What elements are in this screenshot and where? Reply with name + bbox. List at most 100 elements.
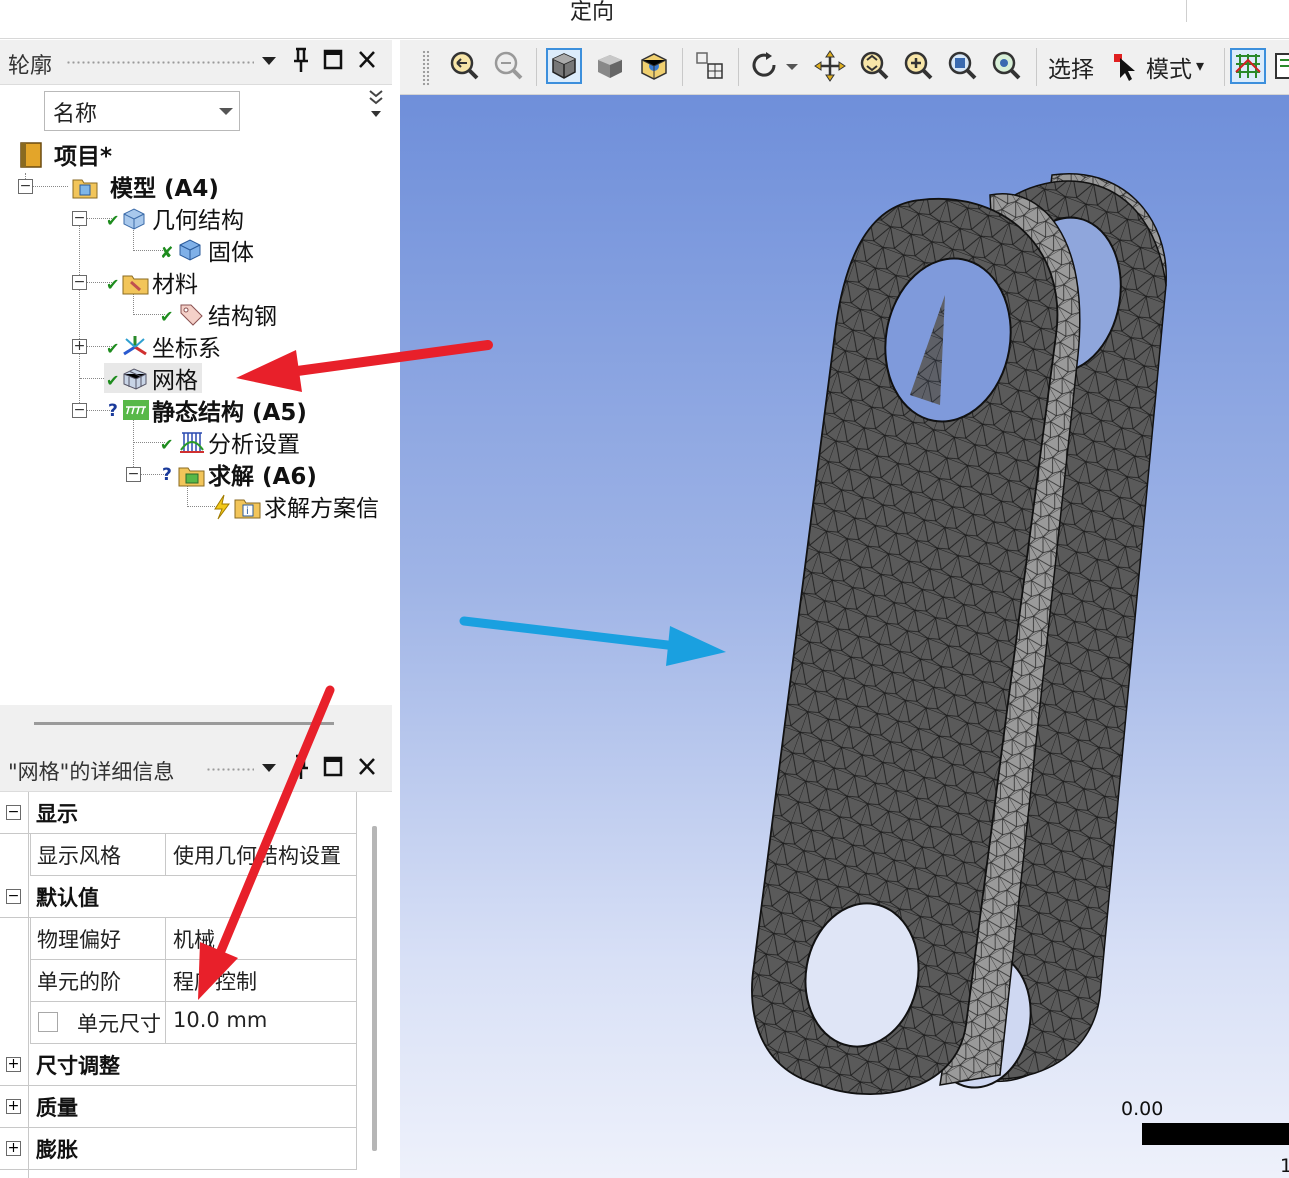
chevron-down-icon <box>219 108 233 115</box>
collapse-toolbar-icon[interactable] <box>368 87 384 120</box>
solid-view-icon[interactable] <box>546 48 582 84</box>
scale-bar-end-label: 1 <box>1280 1155 1289 1177</box>
view-cube-icon[interactable] <box>636 48 672 84</box>
tree-item-geometry[interactable]: ✔ 几何结构 <box>104 203 244 234</box>
maximize-icon[interactable] <box>320 45 346 75</box>
column-divider <box>165 918 166 960</box>
collapse-toggle[interactable]: − <box>6 889 21 904</box>
filter-combo[interactable]: 名称 <box>44 91 240 131</box>
graphics-toolbar: 选择 模式 ▾ <box>400 40 1289 95</box>
tree-label: 几何结构 <box>152 208 244 234</box>
rotate-dropdown-arrow[interactable] <box>782 48 802 84</box>
panel-menu-arrow-icon[interactable] <box>256 752 282 782</box>
question-mark-icon: ? <box>162 465 172 485</box>
zoom-window-icon[interactable] <box>900 48 936 84</box>
details-scrollbar[interactable] <box>372 826 377 1151</box>
details-panel: − 显示 显示风格 使用几何结构设置 − 默认值 物理偏好 机械 单元的阶 程序… <box>0 792 392 1178</box>
prop-element-size[interactable]: 单元尺寸 10.0 mm <box>30 1002 357 1044</box>
group-quality[interactable]: + 质量 <box>0 1086 357 1128</box>
tree-label: 网格 <box>152 368 198 394</box>
parameter-checkbox[interactable] <box>38 1012 58 1032</box>
panel-splitter[interactable] <box>0 705 392 747</box>
close-icon[interactable] <box>354 752 380 782</box>
tree-item-analysis-settings[interactable]: ✔ 分析设置 <box>158 427 300 458</box>
maximize-icon[interactable] <box>320 752 346 782</box>
toolbar-separator <box>738 48 739 86</box>
selection-mode-icon[interactable] <box>692 48 728 84</box>
group-defaults[interactable]: − 默认值 <box>0 876 357 918</box>
toolbar-grip <box>422 50 430 86</box>
zoom-to-fit-icon[interactable] <box>944 48 980 84</box>
prop-value[interactable]: 使用几何结构设置 <box>173 840 341 870</box>
expand-toggle[interactable]: + <box>6 1099 21 1114</box>
pan-icon[interactable] <box>812 48 848 84</box>
expand-toggle[interactable]: + <box>6 1141 21 1156</box>
group-label: 显示 <box>36 802 78 826</box>
expand-toggle[interactable]: + <box>6 1057 21 1072</box>
pin-icon[interactable] <box>288 752 314 782</box>
tree-item-solid[interactable]: ✘ 固体 <box>158 235 254 266</box>
prop-value[interactable]: 机械 <box>173 924 215 954</box>
lightning-icon <box>212 494 232 520</box>
graphics-viewport[interactable]: 0.00 1 <box>400 95 1289 1178</box>
collapse-toggle-geometry[interactable]: − <box>72 211 87 226</box>
mode-dropdown-arrow[interactable]: ▾ <box>1196 56 1204 75</box>
collapse-toggle-static-structural[interactable]: − <box>72 403 87 418</box>
outline-title: 轮廓 <box>8 54 53 79</box>
meshed-link-part <box>751 173 1167 1095</box>
zoom-fit-icon[interactable] <box>446 48 482 84</box>
collapse-toggle-solution[interactable]: − <box>126 467 141 482</box>
question-mark-icon: ? <box>108 401 118 421</box>
tree-line <box>79 225 80 409</box>
group-label: 尺寸调整 <box>36 1054 120 1078</box>
panel-menu-arrow-icon[interactable] <box>256 45 282 75</box>
tree-item-materials[interactable]: ✔ 材料 <box>104 267 198 298</box>
mesh-icon <box>122 366 147 390</box>
splitter-grip[interactable] <box>34 722 334 725</box>
rotate-icon[interactable] <box>746 48 782 84</box>
collapse-toggle[interactable]: − <box>6 805 21 820</box>
shaded-icon[interactable] <box>592 48 628 84</box>
tree-item-coordinate-systems[interactable]: ✔ 坐标系 <box>104 331 221 362</box>
filter-combo-value: 名称 <box>53 102 98 127</box>
model-folder-icon <box>72 174 98 199</box>
tree-item-static-structural[interactable]: ? 静态结构 (A5) <box>104 395 307 426</box>
materials-folder-icon <box>122 270 149 295</box>
collapse-toggle-materials[interactable]: − <box>72 275 87 290</box>
prop-value[interactable]: 程序控制 <box>173 966 257 996</box>
group-inflation[interactable]: + 膨胀 <box>0 1128 357 1170</box>
select-menu[interactable]: 选择 <box>1048 50 1094 84</box>
select-pointer-icon[interactable] <box>1112 48 1138 84</box>
pin-icon[interactable] <box>288 45 314 75</box>
checkmark-icon: ✔ <box>160 307 174 326</box>
prop-element-order[interactable]: 单元的阶 程序控制 <box>30 960 357 1002</box>
collapse-toggle-model[interactable]: − <box>18 179 33 194</box>
tree-item-solution-information[interactable]: i 求解方案信 <box>212 491 379 522</box>
magnifier-icon[interactable] <box>988 48 1024 84</box>
svg-text:i: i <box>246 506 249 517</box>
static-structural-icon <box>122 398 149 422</box>
mode-menu[interactable]: 模式 <box>1146 50 1192 84</box>
prop-display-style[interactable]: 显示风格 使用几何结构设置 <box>30 834 357 876</box>
zoom-in-icon[interactable] <box>856 48 892 84</box>
tree-item-model[interactable]: 模型 (A4) <box>72 171 219 202</box>
group-label: 膨胀 <box>36 1138 78 1162</box>
zoom-box-icon[interactable] <box>490 48 526 84</box>
tree-label: 模型 (A4) <box>110 176 219 202</box>
mesh-toggle-icon[interactable] <box>1230 48 1266 84</box>
tree-label: 求解方案信 <box>264 496 379 522</box>
tree-label: 固体 <box>208 240 254 266</box>
more-toolbar-icon[interactable] <box>1272 48 1289 84</box>
tree-item-project[interactable]: 项目* <box>18 139 112 170</box>
group-display[interactable]: − 显示 <box>0 792 357 834</box>
checkmark-icon: ✔ <box>160 435 174 454</box>
tree-item-structural-steel[interactable]: ✔ 结构钢 <box>158 299 277 330</box>
tree-item-mesh[interactable]: ✔ 网格 <box>104 363 202 394</box>
tree-item-solution[interactable]: ? 求解 (A6) <box>158 459 317 490</box>
checkmark-icon: ✔ <box>106 371 120 390</box>
expand-toggle-coordinate-systems[interactable]: + <box>72 339 87 354</box>
close-icon[interactable] <box>354 45 380 75</box>
prop-physics-preference[interactable]: 物理偏好 机械 <box>30 918 357 960</box>
prop-value[interactable]: 10.0 mm <box>173 1008 267 1032</box>
group-sizing[interactable]: + 尺寸调整 <box>0 1044 357 1086</box>
